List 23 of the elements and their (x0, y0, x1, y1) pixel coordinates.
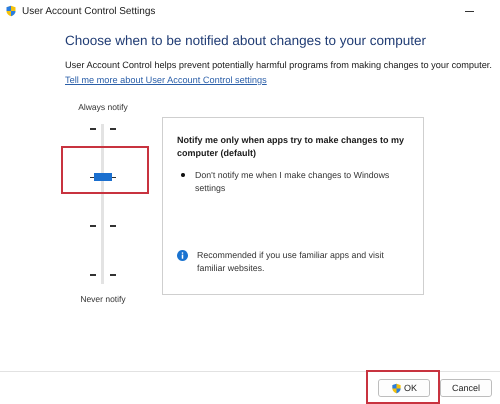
slider-top-label: Always notify (78, 102, 128, 112)
recommendation-text: Recommended if you use familiar apps and visit familiar websites. (197, 249, 385, 274)
cancel-button[interactable]: Cancel (440, 379, 492, 397)
minimize-icon[interactable] (465, 10, 474, 12)
bullet-text: Don't notify me when I make changes to Windows settings (195, 169, 390, 194)
tick-mark (90, 128, 96, 130)
tick-mark (110, 274, 116, 276)
tick-mark (90, 225, 96, 227)
tick-mark (110, 225, 116, 227)
card-title: Notify me only when apps try to make changes to my computer (default) (177, 134, 406, 160)
description-text: User Account Control helps prevent potentially harmful programs from making changes to your computer. (65, 60, 493, 70)
help-link[interactable]: Tell me more about User Account Control settings (65, 75, 267, 85)
shield-icon (5, 5, 17, 17)
shield-icon (390, 382, 402, 394)
ok-button[interactable]: OK (378, 379, 430, 397)
heading: Choose when to be notified about changes to your computer (65, 33, 427, 48)
slider-thumb[interactable] (94, 173, 112, 182)
info-icon (177, 250, 188, 262)
bullet-icon (181, 173, 185, 178)
tick-mark (90, 274, 96, 276)
window-title: User Account Control Settings (22, 6, 156, 16)
tick-mark (110, 128, 116, 130)
slider-bottom-label: Never notify (80, 294, 126, 304)
